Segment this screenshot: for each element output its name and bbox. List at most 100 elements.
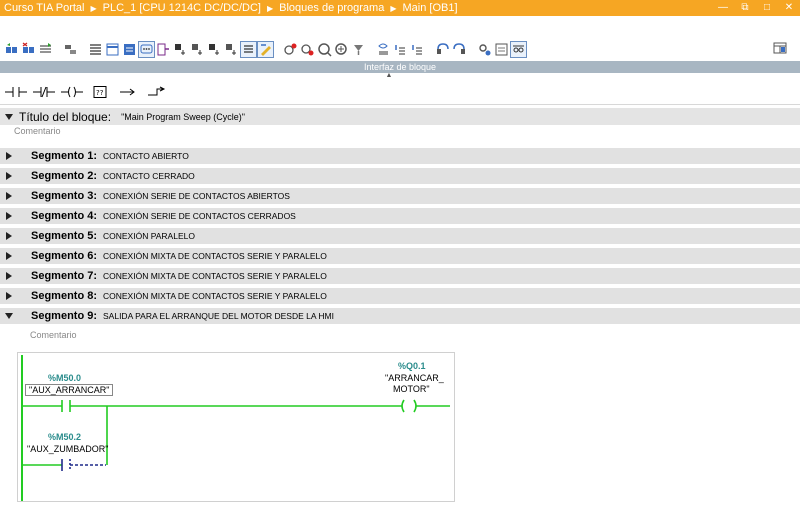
toggle-view-icon[interactable]	[510, 40, 527, 58]
force-icon[interactable]	[451, 41, 468, 58]
segment-title[interactable]: CONEXIÓN MIXTA DE CONTACTOS SERIE Y PARA…	[103, 271, 327, 281]
segment-label: Segmento 7:	[31, 270, 98, 282]
segment-title[interactable]: SALIDA PARA EL ARRANQUE DEL MOTOR DESDE …	[103, 311, 334, 321]
go-offline-icon[interactable]	[299, 41, 316, 58]
absolute-operands-icon[interactable]	[87, 41, 104, 58]
title-bar: Curso TIA Portal ▶ PLC_1 [CPU 1214C DC/D…	[0, 0, 800, 16]
append-row-icon[interactable]	[62, 41, 79, 58]
segment-9-comment[interactable]: Comentario	[30, 330, 77, 340]
expand-triangle-icon[interactable]	[6, 152, 12, 160]
segment-5-header[interactable]: Segmento 5: CONEXIÓN PARALELO	[0, 228, 800, 244]
comments-icon[interactable]	[121, 41, 138, 58]
breadcrumb-separator-icon: ▶	[267, 3, 274, 13]
segment-9-header[interactable]: Segmento 9: SALIDA PARA EL ARRANQUE DEL M…	[0, 308, 800, 324]
expand-triangle-icon[interactable]	[6, 252, 12, 260]
minimize-icon[interactable]: —	[718, 1, 728, 13]
block-title-row[interactable]: Título del bloque: "Main Program Sweep (…	[0, 108, 800, 125]
collapse-triangle-icon[interactable]	[5, 113, 13, 120]
trace-icon[interactable]	[476, 41, 493, 58]
expand-triangle-icon[interactable]	[6, 292, 12, 300]
breadcrumb-project[interactable]: Curso TIA Portal	[4, 2, 85, 14]
segment-title[interactable]: CONEXIÓN PARALELO	[103, 231, 195, 241]
coil-symbol-line-2[interactable]: MOTOR"	[393, 384, 430, 394]
insert-network-icon[interactable]	[3, 41, 20, 58]
maximize-icon[interactable]: □	[762, 1, 772, 13]
segment-label: Segmento 2:	[31, 170, 98, 182]
empty-box-icon[interactable]: ??	[88, 84, 112, 100]
block-interface-label: Interfaz de bloque	[363, 62, 437, 72]
contact-1-symbol[interactable]: "AUX_ARRANCAR"	[25, 384, 114, 396]
favorites-icon[interactable]	[104, 41, 121, 58]
block-title-label: Título del bloque:	[19, 109, 112, 124]
open-branch-icon[interactable]	[116, 84, 140, 100]
separator	[0, 104, 800, 105]
normally-open-contact-icon[interactable]	[4, 84, 28, 100]
expand-triangle-icon[interactable]	[6, 192, 12, 200]
segment-2-header[interactable]: Segmento 2: CONTACTO CERRADO	[0, 168, 800, 184]
expand-triangle-icon[interactable]	[6, 272, 12, 280]
jump-icon[interactable]	[189, 41, 206, 58]
breadcrumb-main-ob1[interactable]: Main [OB1]	[403, 2, 458, 14]
coil-right-arc	[413, 399, 417, 413]
segment-label: Segmento 9:	[31, 310, 98, 322]
segment-8-header[interactable]: Segmento 8: CONEXIÓN MIXTA DE CONTACTOS S…	[0, 288, 800, 304]
collapse-triangle-icon[interactable]	[5, 313, 13, 319]
breadcrumb-separator-icon: ▶	[390, 3, 397, 13]
close-icon[interactable]: ✕	[784, 1, 794, 13]
ladder-network: %M50.0 "AUX_ARRANCAR" %M50.2 "AUX_ZUMBAD…	[17, 352, 455, 502]
step-icon[interactable]	[392, 41, 409, 58]
contact-2-address[interactable]: %M50.2	[48, 432, 81, 442]
segment-title[interactable]: CONEXIÓN MIXTA DE CONTACTOS SERIE Y PARA…	[103, 291, 327, 301]
instruction-icon[interactable]	[223, 41, 240, 58]
segment-4-header[interactable]: Segmento 4: CONEXIÓN SERIE DE CONTACTOS C…	[0, 208, 800, 224]
expand-triangle-icon[interactable]	[6, 232, 12, 240]
expand-all-icon[interactable]	[138, 40, 155, 58]
call-icon[interactable]	[206, 41, 223, 58]
segment-title[interactable]: CONTACTO CERRADO	[103, 171, 195, 181]
segment-title[interactable]: CONEXIÓN SERIE DE CONTACTOS CERRADOS	[103, 211, 296, 221]
watch-icon[interactable]	[434, 41, 451, 58]
block-interface-bar[interactable]: Interfaz de bloque ▲	[0, 61, 800, 79]
coil-address[interactable]: %Q0.1	[398, 361, 426, 371]
close-branch-icon[interactable]	[172, 41, 189, 58]
breadcrumb-program-blocks[interactable]: Bloques de programa	[279, 2, 384, 14]
segment-title[interactable]: CONTACTO ABIERTO	[103, 151, 189, 161]
layout-icon[interactable]	[773, 41, 788, 59]
contact-2-symbol[interactable]: "AUX_ZUMBADOR"	[27, 444, 108, 454]
contact-1-address[interactable]: %M50.0	[48, 373, 81, 383]
properties-icon[interactable]	[493, 41, 510, 58]
step-over-icon[interactable]	[409, 41, 426, 58]
segment-title[interactable]: CONEXIÓN MIXTA DE CONTACTOS SERIE Y PARA…	[103, 251, 327, 261]
segment-1-header[interactable]: Segmento 1: CONTACTO ABIERTO	[0, 148, 800, 164]
expand-triangle-icon[interactable]	[6, 212, 12, 220]
coil-icon[interactable]	[60, 84, 84, 100]
monitor-icon[interactable]	[316, 41, 333, 58]
monitor-all-icon[interactable]	[333, 41, 350, 58]
segment-6-header[interactable]: Segmento 6: CONEXIÓN MIXTA DE CONTACTOS S…	[0, 248, 800, 264]
segment-label: Segmento 6:	[31, 250, 98, 262]
segment-label: Segmento 8:	[31, 290, 98, 302]
block-comment[interactable]: Comentario	[14, 126, 61, 136]
go-online-icon[interactable]	[282, 41, 299, 58]
breakpoint-icon[interactable]	[375, 41, 392, 58]
insert-row-icon[interactable]	[37, 41, 54, 58]
segment-3-header[interactable]: Segmento 3: CONEXIÓN SERIE DE CONTACTOS A…	[0, 188, 800, 204]
lad-favorites-bar: ??	[0, 82, 800, 102]
delete-network-icon[interactable]	[20, 41, 37, 58]
collapse-all-icon[interactable]	[155, 41, 172, 58]
breadcrumb-plc[interactable]: PLC_1 [CPU 1214C DC/DC/DC]	[103, 2, 261, 14]
network-comments-icon[interactable]	[240, 40, 257, 58]
modify-icon[interactable]	[350, 41, 367, 58]
expand-triangle-icon[interactable]	[6, 172, 12, 180]
coil-symbol-line-1[interactable]: "ARRANCAR_	[385, 373, 444, 383]
restore-icon[interactable]: ⧉	[740, 1, 750, 13]
normally-closed-contact-icon[interactable]	[32, 84, 56, 100]
toggle-comments-icon[interactable]	[257, 40, 274, 58]
editor-toolbar	[0, 38, 800, 60]
breadcrumb: Curso TIA Portal ▶ PLC_1 [CPU 1214C DC/D…	[0, 2, 458, 14]
segment-title[interactable]: CONEXIÓN SERIE DE CONTACTOS ABIERTOS	[103, 191, 290, 201]
segment-7-header[interactable]: Segmento 7: CONEXIÓN MIXTA DE CONTACTOS S…	[0, 268, 800, 284]
splitter-grip-icon[interactable]: ▲	[383, 72, 395, 79]
close-branch-icon[interactable]	[144, 84, 168, 100]
block-title-value[interactable]: "Main Program Sweep (Cycle)"	[121, 112, 245, 122]
